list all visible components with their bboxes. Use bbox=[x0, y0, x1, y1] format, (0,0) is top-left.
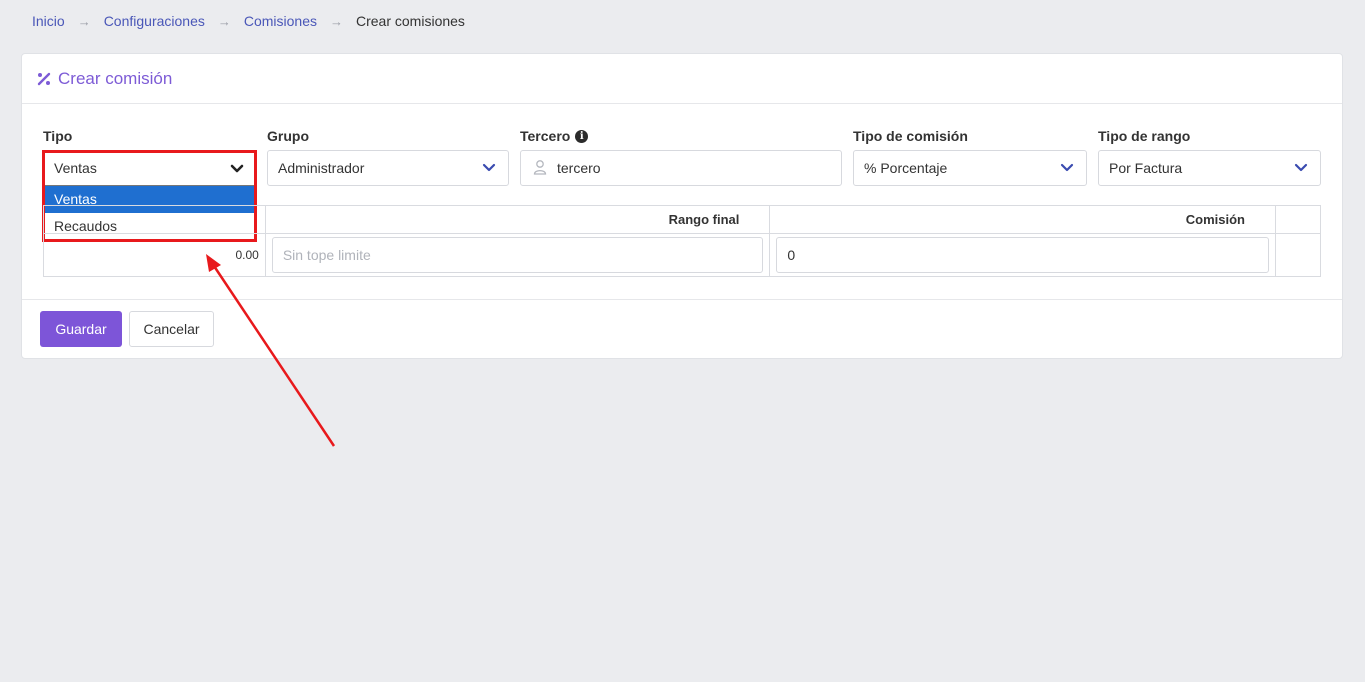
breadcrumb-separator: → bbox=[77, 13, 91, 29]
comision-cell: 0 bbox=[769, 233, 1276, 277]
chevron-down-icon bbox=[482, 163, 496, 172]
breadcrumb-current: Crear comisiones bbox=[356, 13, 465, 29]
breadcrumb-separator: → bbox=[330, 13, 343, 29]
create-commission-card: Crear comisión Tipo Grupo Tercero i Tipo… bbox=[21, 53, 1343, 359]
tercero-placeholder: tercero bbox=[557, 160, 601, 176]
cancel-button[interactable]: Cancelar bbox=[129, 311, 214, 347]
tipo-select[interactable]: Ventas bbox=[43, 150, 257, 186]
tipo-comision-select[interactable]: % Porcentaje bbox=[853, 150, 1087, 186]
card-header: Crear comisión bbox=[22, 54, 1342, 104]
chevron-down-icon bbox=[230, 164, 244, 173]
tipo-selected-value: Ventas bbox=[54, 160, 97, 176]
breadcrumb-comisiones[interactable]: Comisiones bbox=[244, 13, 317, 29]
tipo-comision-selected-value: % Porcentaje bbox=[864, 160, 948, 176]
chevron-down-icon bbox=[1060, 163, 1074, 172]
info-icon[interactable]: i bbox=[575, 129, 589, 143]
table-row: 0.00 Sin tope limite 0 bbox=[43, 233, 1322, 277]
grupo-selected-value: Administrador bbox=[278, 160, 365, 176]
rango-inicial-value: 0.00 bbox=[43, 233, 266, 277]
tipo-rango-label: Tipo de rango bbox=[1098, 128, 1191, 144]
grupo-label: Grupo bbox=[267, 128, 309, 144]
breadcrumb: Inicio → Configuraciones → Comisiones → … bbox=[32, 13, 465, 29]
row-actions-cell bbox=[1274, 233, 1322, 277]
rango-final-cell: Sin tope limite bbox=[264, 233, 771, 277]
header-comision: Comisión bbox=[769, 205, 1276, 234]
tipo-comision-label: Tipo de comisión bbox=[853, 128, 968, 144]
tipo-label: Tipo bbox=[43, 128, 73, 144]
page-title: Crear comisión bbox=[58, 68, 173, 88]
table-header-row: Rango final Comisión bbox=[43, 205, 1322, 234]
save-button[interactable]: Guardar bbox=[40, 311, 122, 347]
tercero-input[interactable]: tercero bbox=[520, 150, 842, 186]
tipo-rango-select[interactable]: Por Factura bbox=[1098, 150, 1321, 186]
breadcrumb-inicio[interactable]: Inicio bbox=[32, 13, 65, 29]
rango-final-input[interactable]: Sin tope limite bbox=[271, 237, 764, 273]
header-actions bbox=[1274, 205, 1322, 234]
chevron-down-icon bbox=[1294, 163, 1308, 172]
tercero-label: Tercero i bbox=[520, 128, 589, 144]
percent-icon bbox=[37, 72, 51, 85]
comision-input[interactable]: 0 bbox=[776, 237, 1269, 273]
user-icon bbox=[533, 160, 547, 175]
breadcrumb-configuraciones[interactable]: Configuraciones bbox=[104, 13, 205, 29]
tipo-rango-selected-value: Por Factura bbox=[1109, 160, 1183, 176]
header-rango-inicial bbox=[43, 205, 266, 234]
header-rango-final: Rango final bbox=[264, 205, 771, 234]
grupo-select[interactable]: Administrador bbox=[267, 150, 509, 186]
card-footer-divider bbox=[22, 299, 1342, 300]
breadcrumb-separator: → bbox=[217, 13, 231, 29]
ranges-table: Rango final Comisión 0.00 Sin tope limit… bbox=[43, 205, 1322, 277]
